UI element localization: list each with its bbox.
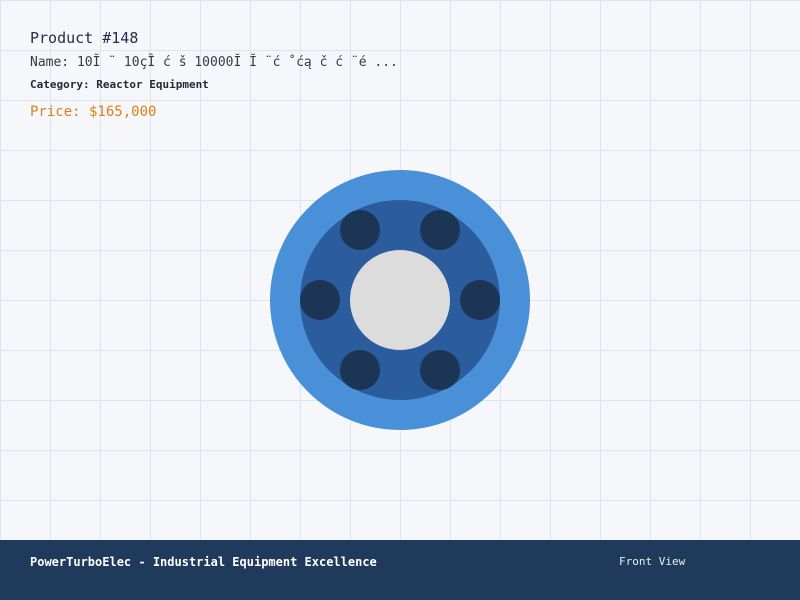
- bolt-hole: [340, 210, 380, 250]
- bolt-hole: [460, 280, 500, 320]
- product-info: Product #148 Name: 10Ĭ ¨ 10çȈ ć š 10000Ĭ…: [30, 28, 398, 122]
- bolt-hole: [420, 210, 460, 250]
- footer-brand: PowerTurboElec - Industrial Equipment Ex…: [30, 555, 377, 569]
- product-category: Category: Reactor Equipment: [30, 78, 209, 91]
- bolt-hole: [420, 350, 460, 390]
- footer-bar: PowerTurboElec - Industrial Equipment Ex…: [0, 540, 800, 600]
- view-label: Front View: [619, 555, 686, 568]
- bolt-hole: [340, 350, 380, 390]
- center-bore: [350, 250, 450, 350]
- product-price: Price: $165,000: [30, 104, 157, 120]
- bolt-hole: [300, 280, 340, 320]
- product-title: Product #148: [30, 29, 139, 47]
- product-name: Name: 10Ĭ ¨ 10çȈ ć š 10000Ĭ Ĭ ¨ć ˚ćą č ć…: [30, 55, 398, 70]
- flange-drawing: [270, 170, 530, 430]
